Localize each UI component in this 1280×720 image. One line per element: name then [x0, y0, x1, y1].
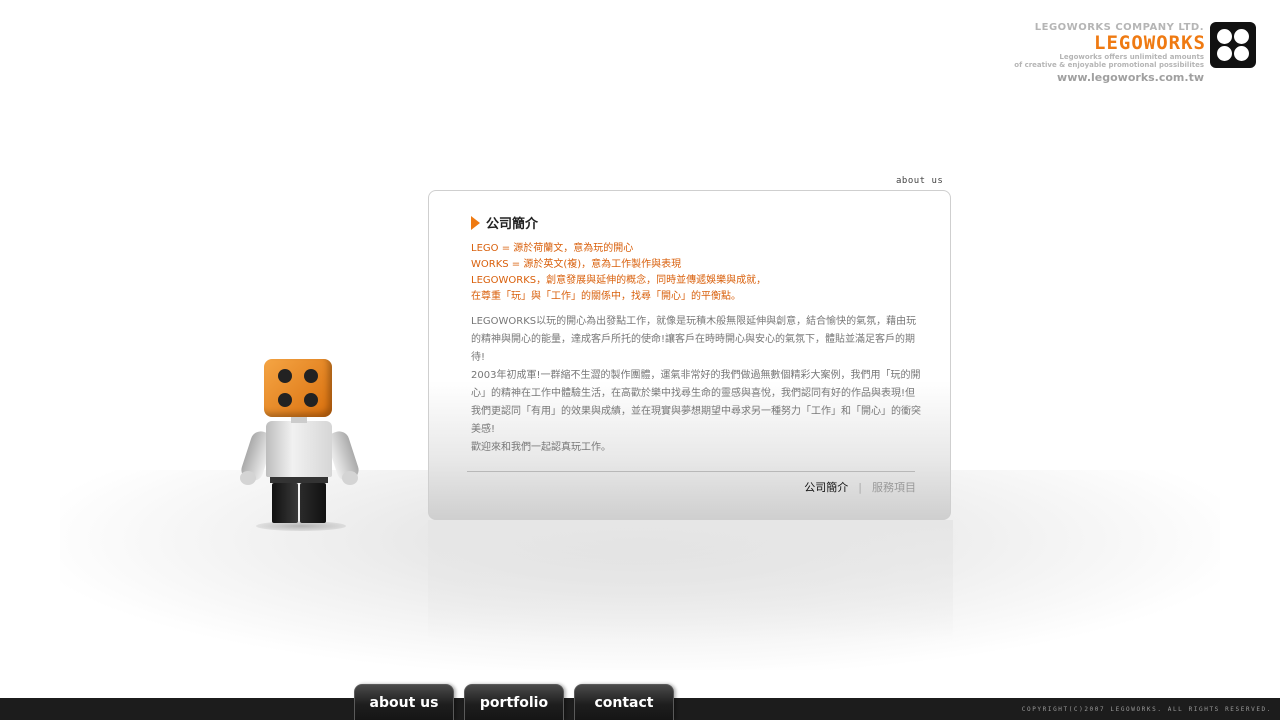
sub-navigation: 公司簡介 | 服務項目: [804, 479, 916, 495]
panel-title: 公司簡介: [471, 213, 538, 232]
dice-head-icon: [264, 359, 332, 417]
content-panel: 公司簡介 LEGO = 源於荷蘭文，意為玩的開心 WORKS = 源於英文(複)…: [428, 190, 951, 520]
panel-title-text: 公司簡介: [486, 217, 539, 232]
logo-tagline: Legoworks offers unlimited amounts of cr…: [1014, 53, 1204, 69]
subnav-services[interactable]: 服務項目: [872, 479, 916, 495]
highlight-text: LEGO = 源於荷蘭文，意為玩的開心 WORKS = 源於英文(複)，意為工作…: [471, 241, 931, 305]
logo-tagline-line-1: Legoworks offers unlimited amounts: [1059, 53, 1204, 61]
company-logo[interactable]: LEGOWORKS COMPANY LTD. LEGOWORKS Legowor…: [1006, 20, 1256, 86]
subnav-separator: |: [858, 480, 862, 494]
divider: [467, 471, 915, 472]
panel-reflection: [428, 520, 953, 640]
section-label: about us: [896, 176, 944, 186]
highlight-line: LEGO = 源於荷蘭文，意為玩的開心: [471, 243, 634, 254]
logo-tagline-line-2: of creative & enjoyable promotional poss…: [1014, 61, 1204, 69]
logo-url: www.legoworks.com.tw: [1057, 71, 1204, 84]
nav-about-us-button[interactable]: about us: [354, 684, 454, 720]
logo-wordmark: LEGOWORKS: [1094, 32, 1206, 54]
nav-portfolio-button[interactable]: portfolio: [464, 684, 564, 720]
copyright-text: COPYRIGHT(C)2007 LEGOWORKS. ALL RIGHTS R…: [1021, 706, 1272, 713]
chevron-right-icon: [471, 215, 480, 230]
highlight-line: LEGOWORKS，創意發展與延伸的概念，同時並傳遞娛樂與成就，: [471, 275, 767, 286]
nav-contact-button[interactable]: contact: [574, 684, 674, 720]
subnav-company-profile[interactable]: 公司簡介: [804, 479, 848, 495]
main-navigation: about us portfolio contact: [354, 684, 674, 720]
highlight-line: 在尊重「玩」與「工作」的關係中，找尋「開心」的平衡點。: [471, 291, 741, 302]
highlight-line: WORKS = 源於英文(複)，意為工作製作與表現: [471, 259, 682, 270]
dice-logo-icon: [1210, 22, 1256, 68]
body-text: LEGOWORKS以玩的開心為出發點工作，就像是玩積木般無限延伸與創意，結合愉快…: [471, 316, 921, 453]
lego-mascot: [236, 355, 362, 531]
